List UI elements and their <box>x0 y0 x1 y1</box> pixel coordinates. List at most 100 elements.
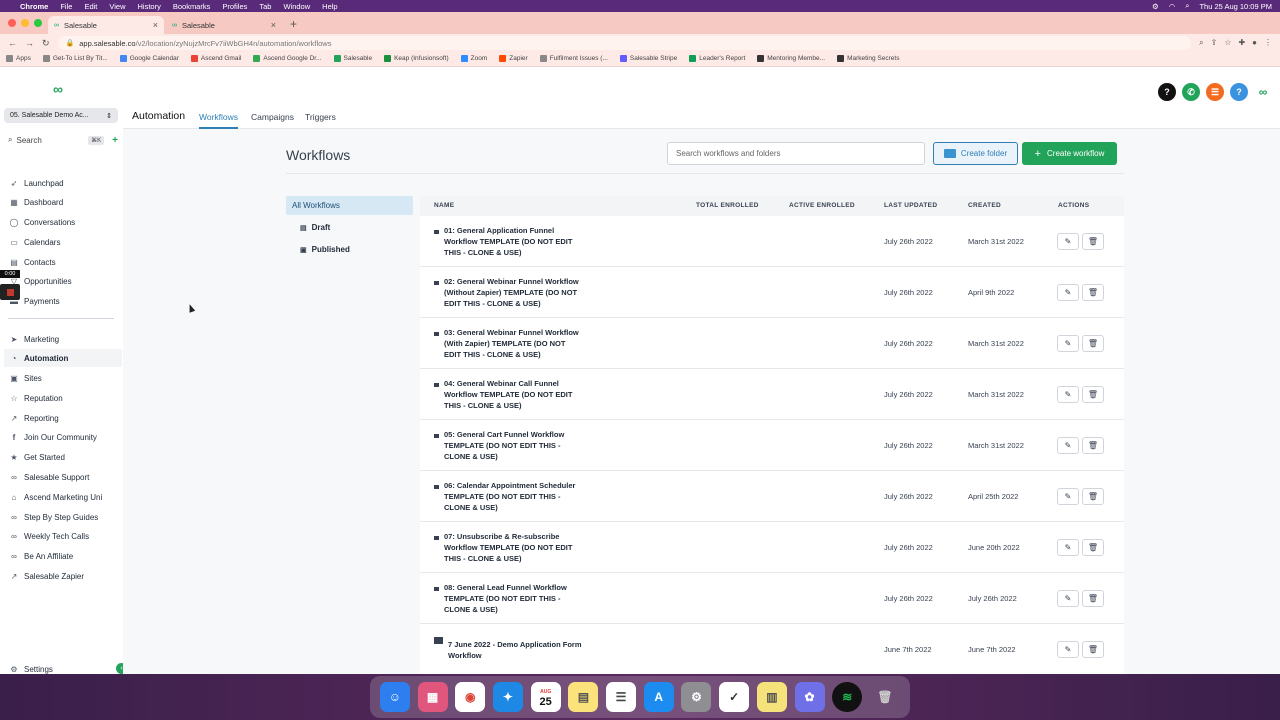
edit-icon[interactable]: ✎ <box>1057 539 1079 556</box>
trash-icon[interactable]: 🗑 <box>870 682 900 712</box>
menu-window[interactable]: Window <box>283 2 310 11</box>
delete-icon[interactable]: 🗑 <box>1082 233 1104 250</box>
sidebar-item-weekly-tech-calls[interactable]: ∞ Weekly Tech Calls <box>9 527 121 545</box>
table-row[interactable]: 05: General Cart Funnel Workflow TEMPLAT… <box>420 420 1124 471</box>
workflow-name-cell[interactable]: 01: General Application Funnel Workflow … <box>434 216 584 267</box>
salesable-logo-icon[interactable]: ∞ <box>1254 83 1272 101</box>
workflow-name-cell[interactable]: 08: General Lead Funnel Workflow TEMPLAT… <box>434 573 584 624</box>
workflow-name-cell[interactable]: 02: General Webinar Funnel Workflow (Wit… <box>434 267 584 318</box>
table-row[interactable]: 04: General Webinar Call Funnel Workflow… <box>420 369 1124 420</box>
menu-profiles[interactable]: Profiles <box>222 2 247 11</box>
zoom-icon[interactable]: ⌕ <box>1199 38 1203 48</box>
sidebar-item-payments[interactable]: ▬ Payments <box>9 292 121 310</box>
create-folder-button[interactable]: Create folder <box>933 142 1018 165</box>
workflow-name[interactable]: 08: General Lead Funnel Workflow TEMPLAT… <box>444 582 584 615</box>
sidebar-item-salesable-zapier[interactable]: ↗ Salesable Zapier <box>9 567 121 585</box>
bookmark-item[interactable]: Salesable <box>333 55 372 63</box>
sidebar-item-marketing[interactable]: ➤ Marketing <box>9 330 121 348</box>
maximize-window-icon[interactable] <box>34 19 42 27</box>
extensions-icon[interactable]: ✚ <box>1238 38 1245 48</box>
sidebar-item-join-our-community[interactable]: f Join Our Community <box>9 428 121 446</box>
bookmark-item[interactable]: Get-To List By Tit... <box>42 55 108 63</box>
search-icon[interactable]: ⌕ <box>1185 1 1189 11</box>
sidebar-item-launchpad[interactable]: ➶ Launchpad <box>9 174 121 192</box>
workflow-name-cell[interactable]: 05: General Cart Funnel Workflow TEMPLAT… <box>434 420 584 471</box>
bookmark-item[interactable]: Fulfilment Issues (... <box>539 55 608 63</box>
menu-file[interactable]: File <box>60 2 72 11</box>
table-row[interactable]: 08: General Lead Funnel Workflow TEMPLAT… <box>420 573 1124 624</box>
calendar-app-icon[interactable]: AUG 25 <box>530 682 561 712</box>
edit-icon[interactable]: ✎ <box>1057 437 1079 454</box>
close-tab-icon[interactable]: × <box>153 20 158 30</box>
edit-icon[interactable]: ✎ <box>1057 386 1079 403</box>
system-preferences-icon[interactable]: ⚙ <box>681 682 712 712</box>
workflow-name[interactable]: 06: Calendar Appointment Scheduler TEMPL… <box>444 480 584 513</box>
table-row[interactable]: 07: Unsubscribe & Re-subscribe Workflow … <box>420 522 1124 573</box>
minimize-window-icon[interactable] <box>21 19 29 27</box>
bookmark-star-icon[interactable]: ☆ <box>1224 38 1231 48</box>
reminders-icon[interactable]: ☰ <box>606 682 637 712</box>
workflow-name-cell[interactable]: 7 June 2022 - Demo Application Form Work… <box>434 624 588 674</box>
quick-add-icon[interactable]: + <box>112 135 118 146</box>
workflow-name-cell[interactable]: 03: General Webinar Funnel Workflow (Wit… <box>434 318 584 369</box>
tab-triggers[interactable]: Triggers <box>305 112 336 122</box>
column-last-updated[interactable]: LAST UPDATED <box>884 202 937 209</box>
flower-app-icon[interactable]: ✿ <box>794 682 825 712</box>
edit-icon[interactable]: ✎ <box>1057 335 1079 352</box>
bookmark-item[interactable]: Marketing Secrets <box>837 55 899 63</box>
workflow-name-cell[interactable]: 06: Calendar Appointment Scheduler TEMPL… <box>434 471 584 522</box>
delete-icon[interactable]: 🗑 <box>1082 284 1104 301</box>
workflow-name[interactable]: 01: General Application Funnel Workflow … <box>444 225 584 258</box>
app-store-icon[interactable]: A <box>643 682 674 712</box>
browser-tab-1[interactable]: ∞ Salesable × <box>48 16 164 34</box>
bookmark-item[interactable]: Ascend Google Dr... <box>253 55 322 63</box>
bookmark-item[interactable]: Mentoring Membe... <box>757 55 825 63</box>
workflow-name[interactable]: 07: Unsubscribe & Re-subscribe Workflow … <box>444 531 584 564</box>
bookmark-item[interactable]: Ascend Gmail <box>190 55 241 63</box>
menu-edit[interactable]: Edit <box>84 2 97 11</box>
sidebar-item-automation[interactable]: ◔ Automation <box>4 349 122 367</box>
sidebar-search[interactable]: ⌕ Search ⌘K + <box>8 133 118 147</box>
more-icon[interactable]: ⋮ <box>1264 38 1272 48</box>
account-switcher[interactable]: 05. Salesable Demo Ac... ⇕ <box>4 108 118 123</box>
edit-icon[interactable]: ✎ <box>1057 641 1079 658</box>
menu-chrome[interactable]: Chrome <box>20 2 48 11</box>
workflow-name[interactable]: 05: General Cart Funnel Workflow TEMPLAT… <box>444 429 584 462</box>
gear-icon[interactable]: ⚙ <box>1152 2 1159 11</box>
workflow-name[interactable]: 04: General Webinar Call Funnel Workflow… <box>444 378 584 411</box>
safari-icon[interactable]: ✦ <box>492 682 523 712</box>
table-row[interactable]: 03: General Webinar Funnel Workflow (Wit… <box>420 318 1124 369</box>
omnifocus-icon[interactable]: ✓ <box>719 682 750 712</box>
edit-icon[interactable]: ✎ <box>1057 233 1079 250</box>
close-tab-icon[interactable]: × <box>271 20 276 30</box>
sidebar-item-reputation[interactable]: ☆ Reputation <box>9 389 121 407</box>
spotify-icon[interactable]: ≋ <box>832 682 863 712</box>
finder-icon[interactable]: ☺ <box>379 682 410 712</box>
column-name[interactable]: NAME <box>434 202 454 209</box>
bookmark-item[interactable]: Salesable Stripe <box>619 55 677 63</box>
edit-icon[interactable]: ✎ <box>1057 488 1079 505</box>
wifi-icon[interactable]: ◠ <box>1169 2 1176 11</box>
stop-recording-icon[interactable] <box>0 284 20 300</box>
filter-all-workflows[interactable]: All Workflows <box>286 196 413 215</box>
tab-campaigns[interactable]: Campaigns <box>251 112 294 122</box>
bookmark-item[interactable]: Zoom <box>460 55 487 63</box>
menubar-clock[interactable]: Thu 25 Aug 10:09 PM <box>1199 2 1272 11</box>
menu-bookmarks[interactable]: Bookmarks <box>173 2 211 11</box>
column-created[interactable]: CREATED <box>968 202 1001 209</box>
stickies-icon[interactable]: ▥ <box>756 682 787 712</box>
delete-icon[interactable]: 🗑 <box>1082 539 1104 556</box>
delete-icon[interactable]: 🗑 <box>1082 641 1104 658</box>
bookmark-item[interactable]: Zapier <box>499 55 528 63</box>
search-workflows-input[interactable]: Search workflows and folders <box>667 142 925 165</box>
create-workflow-button[interactable]: + Create workflow <box>1022 142 1117 165</box>
workflow-name[interactable]: 03: General Webinar Funnel Workflow (Wit… <box>444 327 584 360</box>
notes-icon[interactable]: ▤ <box>568 682 599 712</box>
reload-icon[interactable]: ↻ <box>42 38 50 49</box>
workflow-name[interactable]: 02: General Webinar Funnel Workflow (Wit… <box>444 276 584 309</box>
recording-widget[interactable]: 0:00 <box>0 270 20 310</box>
share-icon[interactable]: ⇪ <box>1211 38 1218 48</box>
support-question-icon[interactable]: ? <box>1230 83 1248 101</box>
sidebar-item-reporting[interactable]: ↗ Reporting <box>9 409 121 427</box>
bookmark-item[interactable]: Leader's Report <box>689 55 745 63</box>
